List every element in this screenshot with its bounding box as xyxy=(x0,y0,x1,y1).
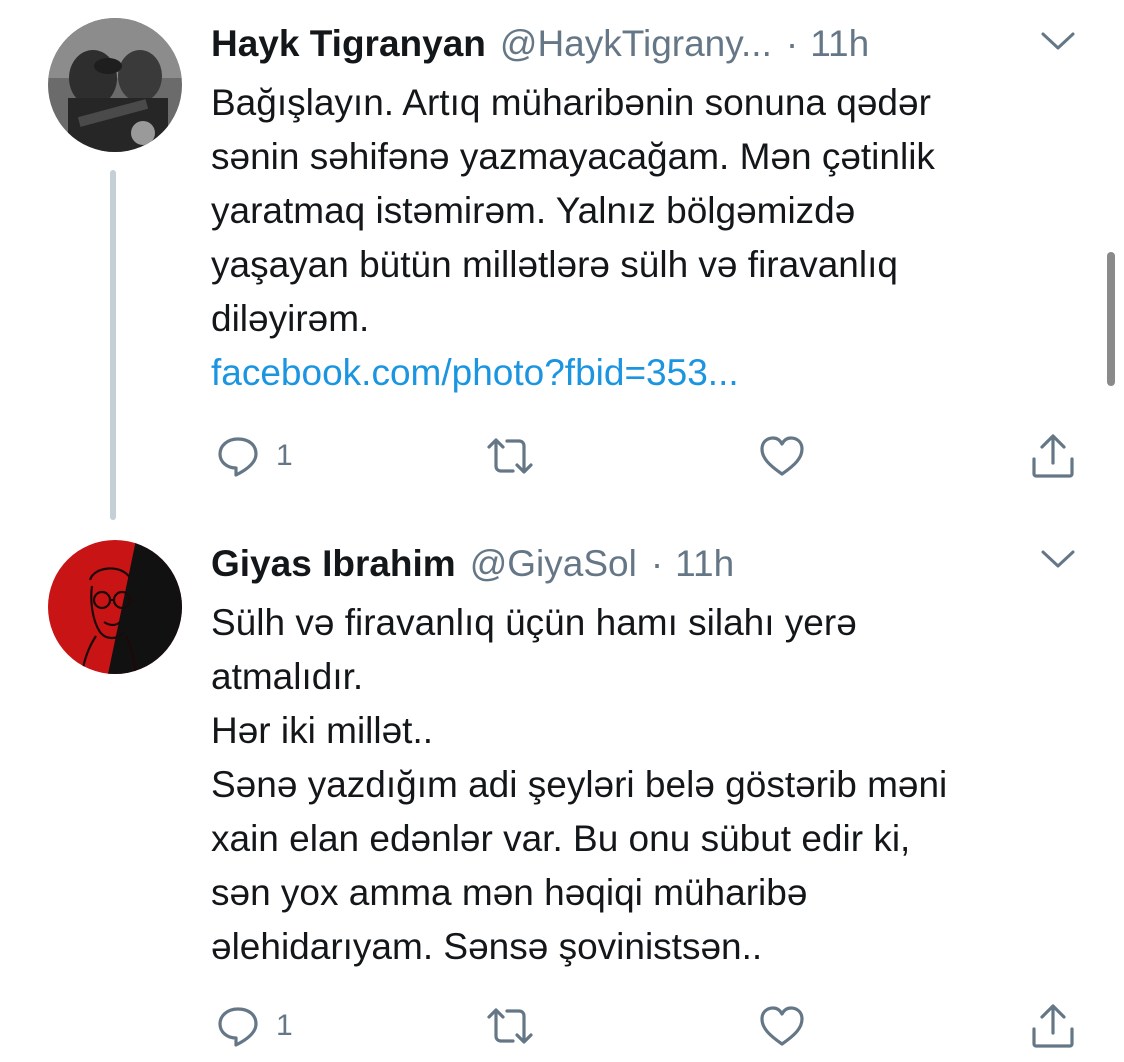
tweet-header: Hayk Tigranyan @HaykTigrany... · 11h xyxy=(211,22,869,66)
reply-count: 1 xyxy=(276,1009,293,1042)
profile-photo-icon xyxy=(48,18,182,152)
tweet-2[interactable]: Giyas Ibrahim @GiyaSol · 11h Sülh və fir… xyxy=(0,520,1124,1062)
tweet-text-line: Sənə yazdığım adi şeyləri belə göstərib … xyxy=(211,764,948,805)
reply-count: 1 xyxy=(276,439,293,472)
tweet-text-line: sən yox amma mən həqiqi müharibə xyxy=(211,872,808,913)
avatar[interactable] xyxy=(48,540,182,674)
tweet-text-line: Hər iki millət.. xyxy=(211,710,434,751)
tweet-actions: 1 xyxy=(211,432,1081,480)
reply-icon xyxy=(218,437,258,477)
timestamp[interactable]: 11h xyxy=(810,23,869,65)
red-black-avatar-icon xyxy=(48,540,182,674)
chevron-down-icon[interactable] xyxy=(1040,30,1076,52)
tweet-link[interactable]: facebook.com/photo?fbid=353... xyxy=(211,346,935,400)
share-button[interactable] xyxy=(1029,432,1077,480)
author-name[interactable]: Hayk Tigranyan xyxy=(211,23,486,65)
retweet-button[interactable] xyxy=(483,1002,537,1050)
tweet-text-line: xain elan edənlər var. Bu onu sübut edir… xyxy=(211,818,911,859)
retweet-icon xyxy=(487,1008,533,1044)
tweet-text-line: atmalıdır. xyxy=(211,656,364,697)
thread-connector xyxy=(110,170,116,520)
like-button[interactable] xyxy=(759,432,805,480)
tweet-text: Sülh və firavanlıq üçün hamı silahı yerə… xyxy=(211,596,947,974)
tweet-text: Bağışlayın. Artıq müharibənin sonuna qəd… xyxy=(211,76,935,400)
tweet-1[interactable]: Hayk Tigranyan @HaykTigrany... · 11h Bağ… xyxy=(0,0,1124,520)
tweet-text-line: Bağışlayın. Artıq müharibənin sonuna qəd… xyxy=(211,82,931,123)
tweet-text-line: yaratmaq istəmirəm. Yalnız bölgəmizdə xyxy=(211,190,856,231)
share-icon xyxy=(1032,434,1074,478)
retweet-button[interactable] xyxy=(483,432,537,480)
reply-icon xyxy=(218,1007,258,1047)
retweet-icon xyxy=(487,438,533,474)
tweet-text-line: diləyirəm. xyxy=(211,298,370,339)
like-icon xyxy=(760,1006,804,1046)
timestamp[interactable]: 11h xyxy=(675,543,734,585)
like-button[interactable] xyxy=(759,1002,805,1050)
author-name[interactable]: Giyas Ibrahim xyxy=(211,543,456,585)
tweet-text-line: sənin səhifənə yazmayacağam. Mən çətinli… xyxy=(211,136,935,177)
reply-button[interactable]: 1 xyxy=(216,1002,293,1050)
separator-dot: · xyxy=(785,23,799,64)
tweet-header: Giyas Ibrahim @GiyaSol · 11h xyxy=(211,542,734,586)
avatar[interactable] xyxy=(48,18,182,152)
share-icon xyxy=(1032,1004,1074,1048)
tweet-actions: 1 xyxy=(211,1002,1081,1050)
tweet-text-line: əlehidarıyam. Sənsə şovinistsən.. xyxy=(211,926,763,967)
author-handle[interactable]: @GiyaSol xyxy=(470,543,637,585)
author-handle[interactable]: @HaykTigrany... xyxy=(500,23,772,65)
scrollbar[interactable] xyxy=(1107,252,1115,386)
like-icon xyxy=(760,436,804,476)
tweet-text-line: Sülh və firavanlıq üçün hamı silahı yerə xyxy=(211,602,857,643)
reply-button[interactable]: 1 xyxy=(216,432,293,480)
separator-dot: · xyxy=(650,543,664,584)
chevron-down-icon[interactable] xyxy=(1040,548,1076,570)
share-button[interactable] xyxy=(1029,1002,1077,1050)
tweet-text-line: yaşayan bütün millətlərə sülh və firavan… xyxy=(211,244,898,285)
